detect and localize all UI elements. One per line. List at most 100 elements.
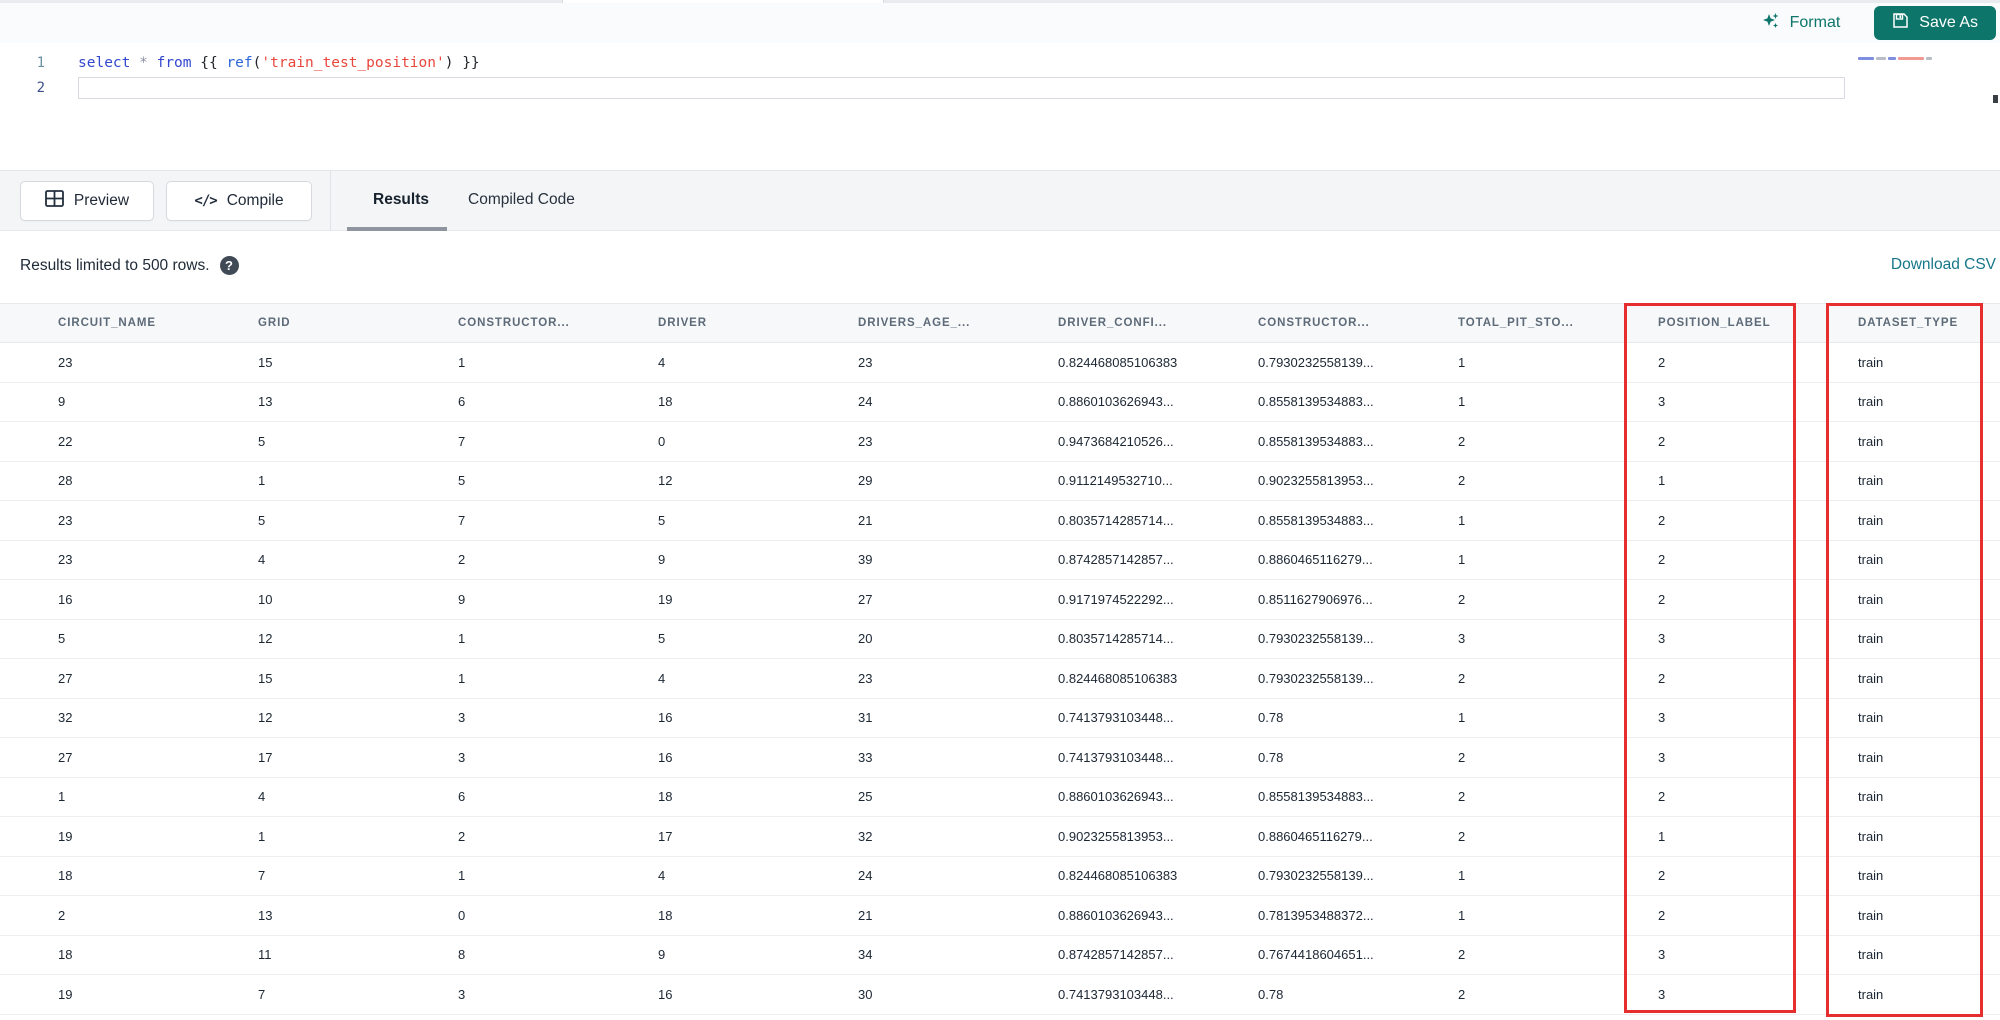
table-cell: 1 [1458,868,1466,884]
compile-button[interactable]: </> Compile [166,181,312,221]
help-icon[interactable]: ? [219,256,239,275]
table-cell: 31 [858,710,873,726]
table-cell: 5 [58,631,66,647]
table-cell: 16 [658,749,673,765]
table-cell: 2 [1658,552,1666,568]
sql-code-editor[interactable]: 1 2 select * from {{ ref('train_test_pos… [0,43,2000,170]
table-cell: 8 [458,947,466,963]
table-cell: 2 [458,552,466,568]
table-cell: 2 [1458,473,1466,489]
table-cell: 5 [258,512,266,528]
tab-compiled-code[interactable]: Compiled Code [468,171,575,228]
table-row: 1 4 6 18 25 0.8860103626943... 0.8558139534883… [0,777,2000,817]
table-cell: train [1858,789,1884,805]
table-cell: 0.7674418604651... [1258,947,1374,963]
table-cell: 1 [458,868,466,884]
table-cell: 23 [858,354,873,370]
code-token: from [156,55,192,71]
editor-header-bar: Format Save As [0,3,2000,43]
table-cell: 19 [58,986,73,1002]
table-cell: 3 [458,710,466,726]
code-token: * [139,55,148,71]
table-cell: 0.8742857142857... [1058,552,1174,568]
table-cell: 21 [858,512,873,528]
table-cell: 4 [658,670,666,686]
table-cell: 1 [1458,394,1466,410]
save-icon [1892,12,1909,34]
results-limit-text: Results limited to 500 rows. ? [20,256,239,275]
save-as-button-label: Save As [1919,14,1978,31]
tab-results[interactable]: Results [373,171,429,228]
toolbar-divider [330,171,331,231]
table-body: 23 15 1 4 23 0.824468085106383 0.7930232558139… [0,343,2000,1015]
editor-minimap[interactable] [1858,53,1997,63]
compile-button-label: Compile [226,192,284,209]
table-cell: 5 [258,433,266,449]
table-cell: 1 [1458,354,1466,370]
table-row: 2 13 0 18 21 0.8860103626943... 0.781395348837… [0,896,2000,936]
format-button[interactable]: Format [1761,11,1841,36]
table-cell: 0.8860103626943... [1058,907,1174,923]
table-row: 18 7 1 4 24 0.824468085106383 0.7930232558139.… [0,856,2000,896]
active-line-highlight[interactable] [78,77,1845,99]
table-cell: 2 [1458,986,1466,1002]
table-row: 5 12 1 5 20 0.8035714285714... 0.7930232558139… [0,619,2000,659]
table-cell: 2 [1658,354,1666,370]
column-header: DRIVER_CONFI... [1058,317,1168,329]
table-cell: 16 [58,591,73,607]
table-row: 23 4 2 9 39 0.8742857142857... 0.8860465116279… [0,540,2000,580]
table-cell: 2 [1458,789,1466,805]
table-cell: 13 [258,907,273,923]
table-cell: 0.7930232558139... [1258,631,1374,647]
table-cell: 10 [258,591,273,607]
column-header: CONSTRUCTOR... [1258,317,1370,329]
table-cell: 32 [858,828,873,844]
code-token: {{ [200,55,227,71]
table-cell: 0.7413793103448... [1058,710,1174,726]
table-cell: 22 [58,433,73,449]
column-header: TOTAL_PIT_STO... [1458,317,1574,329]
table-cell: 0.8742857142857... [1058,947,1174,963]
table-cell: 27 [58,670,73,686]
table-row: 19 1 2 17 32 0.9023255813953... 0.886046511627… [0,817,2000,857]
download-csv-link[interactable]: Download CSV [1891,256,1996,274]
results-info-bar: Results limited to 500 rows. ? Download … [0,232,2000,303]
table-cell: 29 [858,473,873,489]
table-row: 23 15 1 4 23 0.824468085106383 0.7930232558139… [0,343,2000,383]
save-as-button[interactable]: Save As [1874,6,1996,40]
table-cell: 1 [458,354,466,370]
table-cell: 7 [458,433,466,449]
table-cell: 6 [458,394,466,410]
table-row: 32 12 3 16 31 0.7413793103448... 0.78 1 3 train [0,698,2000,738]
results-table: CIRCUIT_NAME GRID CONSTRUCTOR... DRIVER DRIV… [0,303,2000,1015]
table-icon [45,190,64,212]
table-cell: 2 [1458,749,1466,765]
code-token: 'train_test_position' [261,55,445,71]
table-cell: 2 [1658,433,1666,449]
format-button-label: Format [1789,14,1841,31]
table-cell: 12 [258,710,273,726]
table-cell: 1 [458,631,466,647]
table-cell: 3 [1658,947,1666,963]
table-cell: 3 [1658,710,1666,726]
table-cell: 0.9112149532710... [1058,473,1173,489]
table-cell: 0.7930232558139... [1258,354,1374,370]
active-tab-underline [347,227,447,231]
code-token: ref [226,55,253,71]
table-cell: 28 [58,473,73,489]
code-icon: </> [194,193,217,209]
table-cell: 1 [258,828,266,844]
table-cell: 30 [858,986,873,1002]
table-cell: 9 [58,394,66,410]
results-limit-label: Results limited to 500 rows. [20,256,210,274]
line-number: 1 [36,55,45,71]
table-cell: 9 [658,947,666,963]
code-token: }} [462,55,480,71]
table-cell: 4 [658,868,666,884]
preview-button[interactable]: Preview [20,181,154,221]
table-cell: train [1858,986,1884,1002]
table-cell: train [1858,710,1884,726]
table-cell: 0.8558139534883... [1258,512,1374,528]
table-cell: 27 [858,591,873,607]
table-cell: 3 [458,986,466,1002]
